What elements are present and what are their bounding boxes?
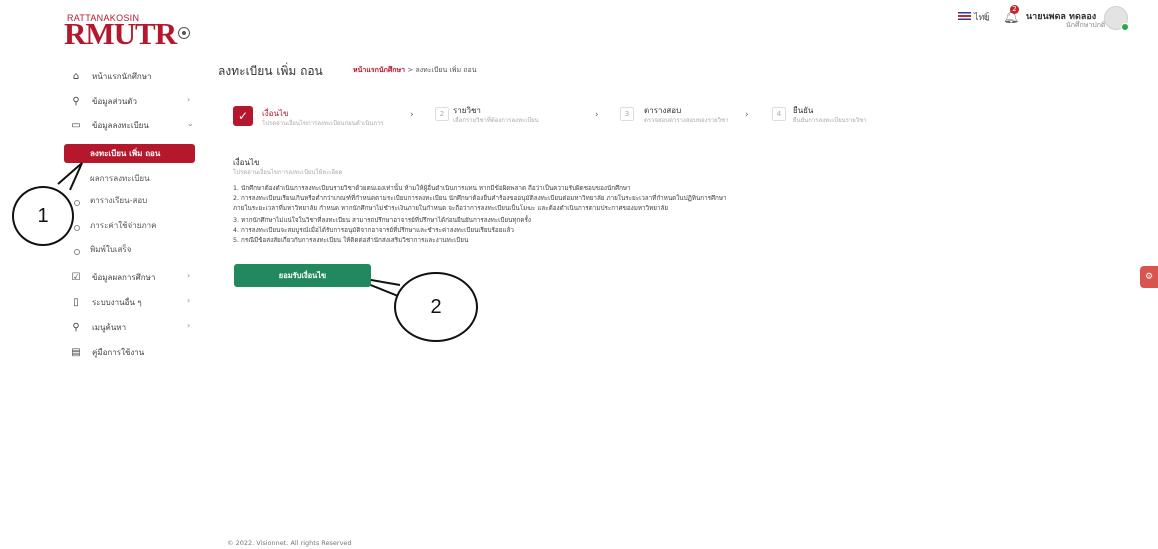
condition-3: 3. หากนักศึกษาไม่แน่ใจในวิชาที่ลงทะเบียน… [233, 217, 531, 224]
settings-float-icon[interactable]: ⚙ [1140, 266, 1158, 288]
breadcrumb: หน้าแรกนักศึกษา > ลงทะเบียน เพิ่ม ถอน [353, 65, 477, 76]
condition-2-cont: ภายในระยะเวลาที่มหาวิทยาลัย กำหนด หากนัก… [233, 205, 669, 212]
step-3-desc: ตรวจสอบตารางสอบของรายวิชา [644, 117, 729, 124]
breadcrumb-separator: > [407, 66, 414, 74]
step-arrow-icon: › [745, 110, 749, 120]
accept-conditions-button[interactable]: ยอมรับเงื่อนไข [234, 264, 371, 287]
step-3-number: 3 [620, 107, 634, 121]
callout-2: 2 [394, 272, 478, 342]
page-title: ลงทะเบียน เพิ่ม ถอน [218, 64, 323, 78]
breadcrumb-home[interactable]: หน้าแรกนักศึกษา [353, 66, 405, 74]
section-subtitle: โปรดอ่านเงื่อนไขการลงทะเบียนให้ละเอียด [233, 169, 343, 176]
step-arrow-icon: › [410, 110, 414, 120]
step-1-desc: โปรดอ่านเงื่อนไขการลงทะเบียนก่อนดำเนินกา… [262, 120, 384, 127]
step-arrow-icon: › [595, 110, 599, 120]
step-2-number: 2 [435, 107, 449, 121]
condition-4: 4. การลงทะเบียนจะสมบูรณ์เมื่อได้รับการอน… [233, 227, 514, 234]
step-2-desc: เลือกรายวิชาที่ต้องการลงทะเบียน [453, 117, 539, 124]
step-4-number: 4 [772, 107, 786, 121]
footer-copyright: © 2022. Visionnet. All rights Reserved [227, 539, 352, 547]
annotation-layer [57, 162, 401, 297]
callout-1-pointer [57, 162, 83, 191]
condition-1: 1. นักศึกษาต้องดำเนินการลงทะเบียนรายวิชา… [233, 185, 631, 192]
callout-1: 1 [12, 186, 74, 246]
step-1-check-icon: ✓ [233, 106, 253, 126]
condition-5: 5. กรณีมีข้อสงสัยเกี่ยวกับการลงทะเบียน ใ… [233, 237, 469, 244]
breadcrumb-current: ลงทะเบียน เพิ่ม ถอน [415, 66, 477, 74]
step-4-desc: ยืนยันการลงทะเบียนรายวิชา [793, 117, 867, 124]
condition-2: 2. การลงทะเบียนเรียนเกินหรือต่ำกว่าเกณฑ์… [233, 195, 727, 202]
